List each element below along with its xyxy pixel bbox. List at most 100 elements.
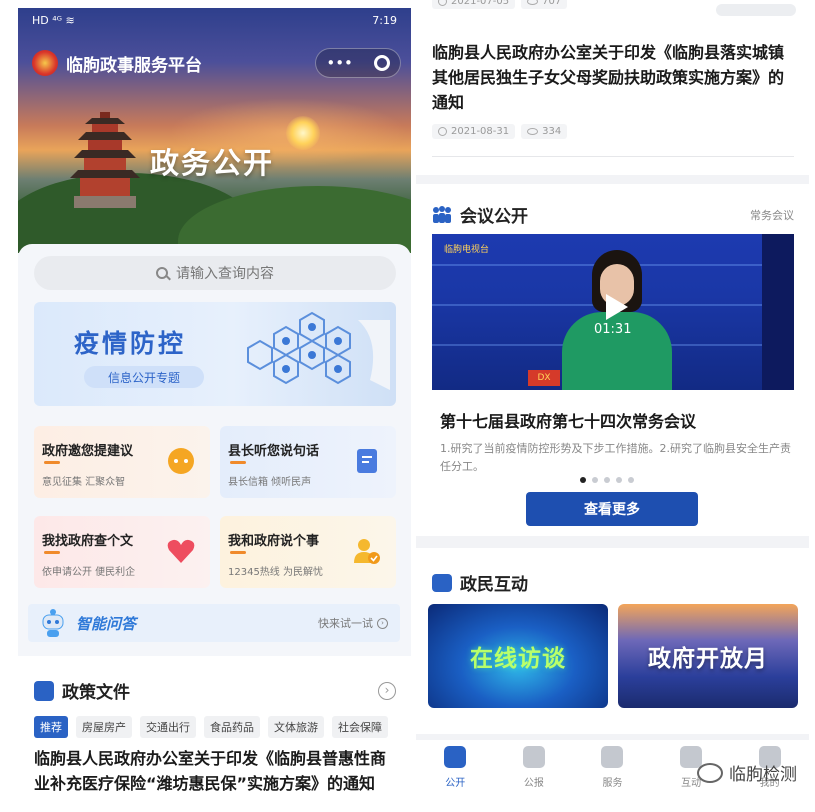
article-list: 2021-07-05 707 临朐县人民政府办公室关于印发《临朐县落实城镇其他居… — [416, 0, 809, 175]
card-document-request[interactable]: 我找政府查个文 依申请公开 便民利企 — [34, 516, 210, 588]
meeting-item-desc: 1.研究了当前疫情防控形势及下步工作措施。2.研究了临朐县安全生产责任分工。 — [440, 442, 791, 473]
tile-label: 在线访谈 — [470, 646, 566, 672]
pagoda-icon — [70, 112, 140, 208]
tag-transport[interactable]: 交通出行 — [140, 716, 196, 738]
app-title: 临朐政事服务平台 — [66, 55, 202, 76]
close-miniprogram-icon[interactable] — [373, 55, 390, 71]
qa-try-link[interactable]: 快来试一试 › — [318, 615, 388, 631]
online-interview-tile[interactable]: 在线访谈 — [428, 604, 608, 708]
wechat-watermark: 临朐检测 — [697, 760, 797, 785]
tv-logo: 临朐电视台 — [444, 245, 490, 255]
tab-service[interactable]: 服务 — [582, 746, 642, 812]
national-emblem-icon — [32, 50, 58, 76]
search-placeholder: 请输入查询内容 — [176, 266, 274, 282]
speech-bubble-icon — [168, 448, 194, 474]
policy-section: 政策文件 › 推荐 房屋房产 交通出行 食品药品 文体旅游 社会保障 临朐县人民… — [18, 656, 411, 808]
medical-hexagon-icon — [247, 311, 390, 390]
banner-pill: 信息公开专题 — [84, 366, 204, 388]
section-title: 会议公开 — [460, 207, 528, 227]
smart-qa-bar[interactable]: 智能问答 快来试一试 › — [28, 604, 400, 642]
user-check-icon — [354, 539, 380, 564]
card-underline — [44, 551, 60, 554]
tag-social-security[interactable]: 社会保障 — [332, 716, 388, 738]
robot-icon — [42, 609, 64, 637]
newspaper-icon — [522, 746, 545, 768]
tag-culture-tourism[interactable]: 文体旅游 — [268, 716, 324, 738]
meeting-video-player[interactable]: 临朐电视台 DX 01:31 — [432, 234, 794, 390]
video-frame: 临朐电视台 DX — [432, 234, 762, 390]
qa-title: 智能问答 — [76, 614, 137, 633]
tab-open[interactable]: 公开 — [425, 746, 485, 812]
chevron-right-icon: › — [377, 617, 388, 629]
search-input[interactable]: 请输入查询内容 — [34, 256, 396, 290]
status-time: 7:19 — [372, 14, 397, 27]
watermark-text: 临朐检测 — [729, 765, 797, 785]
tab-bulletin[interactable]: 公报 — [504, 746, 564, 812]
policy-article-title[interactable]: 临朐县人民政府办公室关于印发《临朐县普惠性商业补充医疗保险“潍坊惠民保”实施方案… — [34, 746, 396, 796]
card-suggestion[interactable]: 政府邀您提建议 意见征集 汇聚众智 — [34, 426, 210, 498]
qa-hint-text: 快来试一试 — [318, 617, 373, 630]
date-pill: 2021-07-05 — [432, 0, 516, 9]
section-title: 政民互动 — [460, 575, 528, 595]
people-icon — [433, 205, 451, 223]
chat-icon — [432, 573, 452, 592]
play-icon[interactable] — [606, 294, 628, 320]
section-title: 政策文件 — [62, 683, 130, 703]
article-date: 2021-08-31 — [451, 126, 510, 137]
search-icon — [156, 267, 168, 279]
carousel-indicator — [580, 477, 634, 483]
miniprogram-capsule[interactable]: ••• — [315, 48, 401, 78]
home-content: 请输入查询内容 疫情防控 信息公开专题 政府邀您提建议 意见征集 汇聚众智 县长… — [18, 244, 411, 664]
interaction-section: 政民互动 在线访谈 政府开放月 — [416, 548, 809, 734]
meeting-item-title[interactable]: 第十七届县政府第七十四次常务会议 — [440, 408, 696, 432]
article-date: 2021-07-05 — [451, 0, 510, 7]
divider — [432, 156, 794, 157]
card-underline — [230, 461, 246, 464]
article-meta: 2021-08-31 334 — [432, 124, 568, 139]
section-header: 政民互动 — [432, 570, 528, 595]
meeting-section: 会议公开 常务会议 临朐电视台 DX 01:31 第十七届县政府第七十四次常务会… — [416, 184, 809, 536]
eye-icon — [527, 0, 539, 5]
banner-title: 疫情防控 — [74, 329, 187, 358]
chevron-right-icon[interactable]: › — [378, 681, 396, 700]
hero-title: 政务公开 — [150, 146, 275, 180]
status-signal: HD ⁴ᴳ ≋ — [32, 14, 75, 27]
tag-housing[interactable]: 房屋房产 — [76, 716, 132, 738]
views-pill: 334 — [521, 124, 568, 139]
tv-ticker: DX — [528, 370, 560, 386]
card-hotline[interactable]: 我和政府说个事 12345热线 为民解忧 — [220, 516, 396, 588]
video-duration: 01:31 — [594, 322, 632, 337]
tab-label: 公开 — [445, 778, 466, 789]
tab-label: 服务 — [602, 778, 623, 789]
tag-food-drug[interactable]: 食品药品 — [204, 716, 260, 738]
open-month-tile[interactable]: 政府开放月 — [618, 604, 798, 708]
views-pill: 707 — [521, 0, 568, 9]
date-pill: 2021-08-31 — [432, 124, 516, 139]
document-icon — [444, 746, 467, 768]
epidemic-banner[interactable]: 疫情防控 信息公开专题 — [34, 302, 396, 406]
tile-label: 政府开放月 — [648, 646, 768, 672]
article-title[interactable]: 临朐县人民政府办公室关于印发《临朐县落实城镇其他居民独生子女父母奖励扶助政策实施… — [432, 40, 794, 115]
app-header: 临朐政事服务平台 ••• — [32, 48, 401, 78]
tag-recommend[interactable]: 推荐 — [34, 716, 68, 738]
heart-icon — [167, 539, 195, 563]
view-more-button[interactable]: 查看更多 — [526, 492, 698, 526]
wechat-icon — [697, 762, 723, 783]
tab-label: 公报 — [523, 778, 544, 789]
article-views: 334 — [542, 126, 562, 137]
clock-icon — [438, 127, 447, 136]
card-underline — [44, 461, 60, 464]
more-menu-icon[interactable]: ••• — [326, 54, 353, 72]
section-more-link[interactable]: 常务会议 — [750, 207, 794, 223]
status-bar: HD ⁴ᴳ ≋ 7:19 — [32, 14, 397, 30]
card-underline — [230, 551, 246, 554]
eye-icon — [527, 128, 539, 135]
policy-tag-list: 推荐 房屋房产 交通出行 食品药品 文体旅游 社会保障 — [34, 716, 388, 738]
right-phone-screen: 2021-07-05 707 临朐县人民政府办公室关于印发《临朐县落实城镇其他居… — [416, 0, 809, 812]
section-header: 会议公开 常务会议 — [432, 202, 794, 227]
policy-file-icon — [34, 680, 54, 701]
card-mayor-mailbox[interactable]: 县长听您说句话 县长信箱 倾听民声 — [220, 426, 396, 498]
clock-icon — [438, 0, 447, 6]
collapsed-button[interactable] — [716, 4, 796, 16]
prev-article-meta: 2021-07-05 707 — [432, 0, 568, 9]
